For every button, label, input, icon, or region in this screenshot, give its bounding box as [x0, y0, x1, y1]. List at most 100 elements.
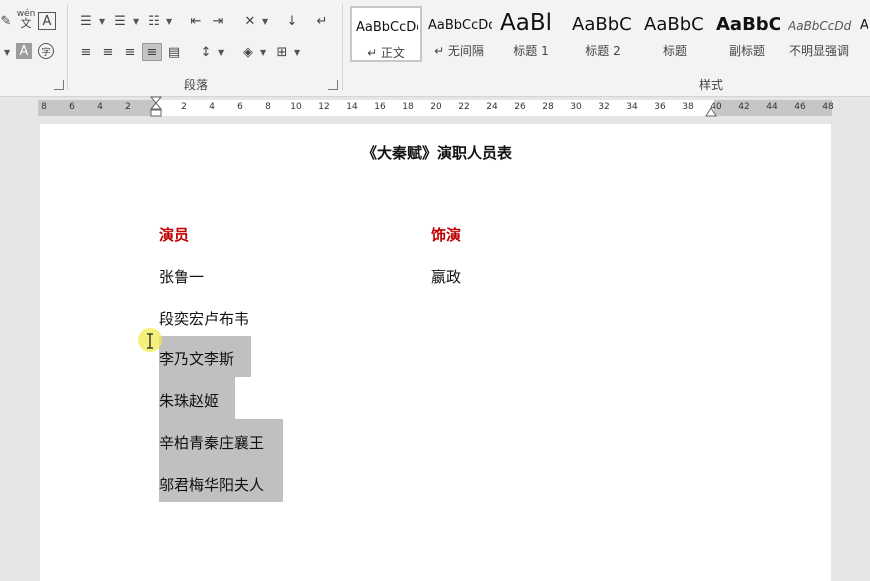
ruler-number: 8 [265, 102, 271, 112]
character-border-icon[interactable]: A [38, 12, 56, 30]
style-no-spacing[interactable]: AaBbCcDd ↵ 无间隔 [424, 6, 494, 62]
justify-icon[interactable]: ≡ [142, 43, 162, 61]
style-sample: AaBl [500, 10, 564, 40]
style-sample: AaBbCcDd [788, 19, 852, 43]
pinyin-bottom: 文 [21, 19, 32, 28]
style-sample: AaBbCcDd [428, 18, 492, 42]
ruler-number: 46 [794, 102, 805, 112]
character-shading-icon[interactable]: A [16, 43, 32, 59]
ruler-number: 22 [458, 102, 469, 112]
align-center-icon[interactable]: ≡ [98, 43, 118, 61]
style-more[interactable]: A [856, 6, 870, 62]
show-marks-icon[interactable]: ↵ [312, 12, 332, 30]
line-spacing-icon[interactable]: ↕ [196, 43, 216, 61]
borders-icon[interactable]: ⊞ [272, 43, 292, 61]
ruler-number: 2 [181, 102, 187, 112]
ruler-number: 44 [766, 102, 777, 112]
numbering-icon[interactable]: ☰ [110, 12, 130, 30]
style-name: 标题 2 [568, 42, 638, 59]
style-sample: AaBbC [716, 14, 780, 38]
ruler-number: 32 [598, 102, 609, 112]
style-title[interactable]: AaBbC 标题 [640, 6, 710, 62]
style-name: ↵ 无间隔 [424, 42, 494, 59]
right-indent-marker-icon[interactable] [705, 104, 717, 118]
ruler-number: 42 [738, 102, 749, 112]
horizontal-ruler[interactable]: 8642246810121416182022242628303234363840… [38, 100, 832, 116]
style-name: 标题 [640, 42, 710, 59]
ruler-number: 28 [542, 102, 553, 112]
ribbon: ✎ wén 文 A ▼ A 字 ☰ ▼ ☰ ▼ ☷ ▼ ⇤ ⇥ ✕ ▼ ↓ ↵ … [0, 0, 870, 97]
char-border-glyph: A [43, 14, 52, 29]
document-page[interactable]: 《大秦赋》演职人员表 演员 饰演 张鲁一 嬴政 段奕宏卢布韦 李乃文李斯 朱珠赵… [40, 124, 831, 581]
actor-cell: 朱珠赵姬 [159, 390, 219, 411]
clear-formatting-icon[interactable]: ✎ [0, 12, 16, 30]
chevron-down-icon[interactable]: ▼ [294, 48, 300, 57]
actor-cell: 辛柏青秦庄襄王 [159, 432, 264, 453]
style-heading-1[interactable]: AaBl 标题 1 [496, 6, 566, 62]
ruler-number: 38 [682, 102, 693, 112]
style-sample: AaBbC [572, 14, 636, 38]
actor-cell: 李乃文李斯 [159, 348, 234, 369]
ruler-number: 26 [514, 102, 525, 112]
style-sample: AaBbCcDd [356, 20, 418, 44]
chevron-down-icon[interactable]: ▼ [262, 17, 268, 26]
ruler-number: 4 [97, 102, 103, 112]
ruler-number: 2 [125, 102, 131, 112]
styles-group-label: 样式 [699, 76, 723, 93]
bullets-icon[interactable]: ☰ [76, 12, 96, 30]
chevron-down-icon[interactable]: ▼ [133, 17, 139, 26]
actor-cell: 段奕宏卢布韦 [159, 308, 249, 329]
style-heading-2[interactable]: AaBbC 标题 2 [568, 6, 638, 62]
align-right-icon[interactable]: ≡ [120, 43, 140, 61]
increase-indent-icon[interactable]: ⇥ [208, 12, 228, 30]
styles-gallery: AaBbCcDd ↵ 正文 AaBbCcDd ↵ 无间隔 AaBl 标题 1 A… [350, 6, 870, 64]
style-name: 副标题 [712, 42, 782, 59]
chevron-down-icon[interactable]: ▼ [218, 48, 224, 57]
style-sample: AaBbC [644, 14, 708, 38]
multilevel-list-icon[interactable]: ☷ [144, 12, 164, 30]
ruler-number: 16 [374, 102, 385, 112]
phonetic-guide-icon[interactable]: wén 文 [16, 10, 36, 28]
style-subtle-emphasis[interactable]: AaBbCcDd 不明显强调 [784, 6, 854, 62]
ruler-number: 6 [237, 102, 243, 112]
i-beam-cursor-icon [146, 333, 154, 349]
align-left-icon[interactable]: ≡ [76, 43, 96, 61]
decrease-indent-icon[interactable]: ⇤ [186, 12, 206, 30]
actor-cell: 张鲁一 [159, 266, 204, 287]
ruler-number: 30 [570, 102, 581, 112]
ruler-number: 20 [430, 102, 441, 112]
chinese-layout-icon[interactable]: ✕ [240, 12, 260, 30]
style-normal[interactable]: AaBbCcDd ↵ 正文 [350, 6, 422, 62]
style-sample: A [860, 18, 868, 42]
ruler-number: 34 [626, 102, 637, 112]
shading-bucket-icon[interactable]: ◈ [238, 43, 258, 61]
font-dialog-launcher-icon[interactable] [54, 80, 64, 90]
style-name: 不明显强调 [784, 42, 854, 59]
ruler-number: 36 [654, 102, 665, 112]
enclose-characters-icon[interactable]: 字 [38, 43, 54, 59]
ruler-number: 24 [486, 102, 497, 112]
enclose-char-glyph: 字 [41, 45, 50, 58]
paragraph-group-label: 段落 [184, 76, 208, 93]
ruler-number: 4 [209, 102, 215, 112]
sort-icon[interactable]: ↓ [282, 12, 302, 30]
ruler-number: 14 [346, 102, 357, 112]
ruler-number: 8 [41, 102, 47, 112]
paragraph-dialog-launcher-icon[interactable] [328, 80, 338, 90]
group-separator [342, 4, 343, 90]
style-name: 标题 1 [496, 42, 566, 59]
chevron-down-icon[interactable]: ▼ [4, 48, 10, 57]
chevron-down-icon[interactable]: ▼ [260, 48, 266, 57]
chevron-down-icon[interactable]: ▼ [99, 17, 105, 26]
document-title: 《大秦赋》演职人员表 [362, 142, 512, 163]
chevron-down-icon[interactable]: ▼ [166, 17, 172, 26]
ruler-number: 18 [402, 102, 413, 112]
style-subtitle[interactable]: AaBbC 副标题 [712, 6, 782, 62]
role-cell: 嬴政 [431, 266, 461, 287]
style-name: ↵ 正文 [352, 44, 420, 61]
ruler-number: 48 [822, 102, 833, 112]
header-actor: 演员 [159, 224, 189, 245]
distributed-icon[interactable]: ▤ [164, 43, 184, 61]
ruler-number: 10 [290, 102, 301, 112]
indent-marker-icon[interactable] [150, 96, 162, 122]
